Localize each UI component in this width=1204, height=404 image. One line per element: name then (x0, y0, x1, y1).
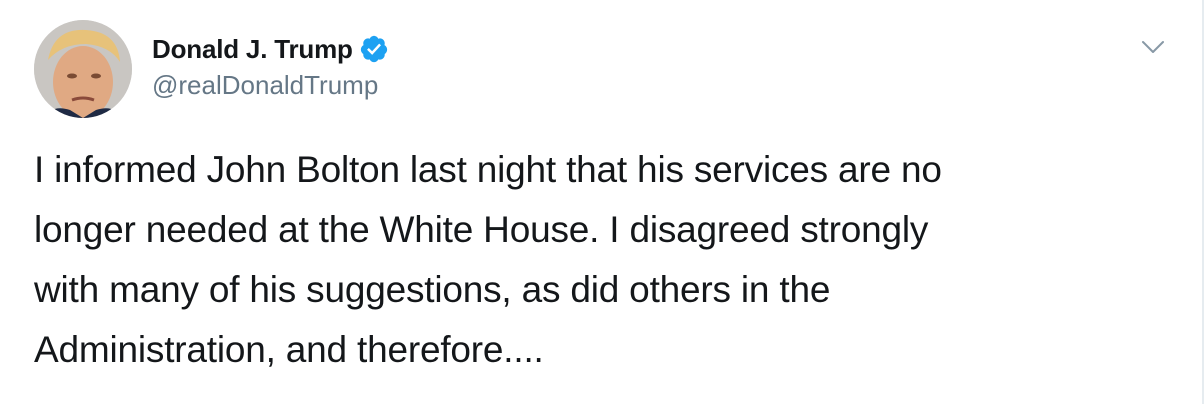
name-row: Donald J. Trump (152, 32, 389, 66)
chevron-down-icon[interactable] (1140, 34, 1166, 60)
author-block[interactable]: Donald J. Trump @realDonaldTrump (152, 32, 389, 101)
handle[interactable]: @realDonaldTrump (152, 70, 389, 101)
tweet-card: Donald J. Trump @realDonaldTrump I infor… (0, 0, 1204, 404)
display-name[interactable]: Donald J. Trump (152, 34, 353, 65)
verified-badge-icon (359, 34, 389, 64)
tweet-text: I informed John Bolton last night that h… (34, 149, 942, 370)
avatar-image (34, 20, 132, 118)
avatar[interactable] (34, 20, 132, 118)
